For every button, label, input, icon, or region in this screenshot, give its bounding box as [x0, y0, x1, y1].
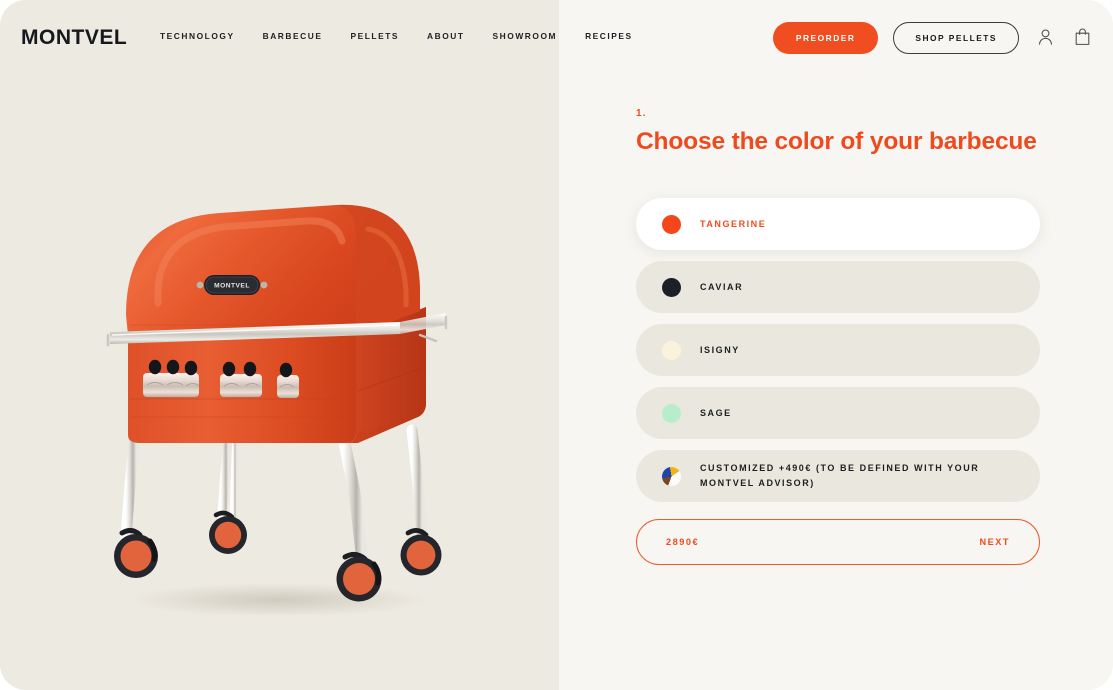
caster-wheel-front-right [336, 551, 382, 602]
color-option-label: SAGE [700, 407, 732, 418]
product-badge: MONTVEL [196, 275, 268, 295]
total-price: 2890€ [666, 537, 700, 547]
cart-button[interactable] [1071, 26, 1093, 50]
swatch-caviar [662, 277, 681, 297]
color-option-sage[interactable]: SAGE [636, 387, 1040, 439]
color-option-customized[interactable]: CUSTOMIZED +490€ (TO BE DEFINED WITH YOU… [636, 450, 1040, 502]
brand-logo[interactable]: MONTVEL [21, 26, 127, 50]
color-configurator: 1. Choose the color of your barbecue TAN… [636, 108, 1040, 565]
caster-wheel-back-left [209, 510, 247, 554]
color-option-caviar[interactable]: CAVIAR [636, 261, 1040, 313]
product-image: MONTVEL [100, 185, 460, 617]
user-icon [1037, 28, 1054, 49]
nav-item-recipes[interactable]: RECIPES [585, 31, 633, 41]
nav-item-pellets[interactable]: PELLETS [350, 31, 399, 41]
color-option-label: TANGERINE [700, 218, 767, 229]
svg-text:MONTVEL: MONTVEL [214, 283, 250, 290]
shopping-bag-icon [1074, 27, 1091, 49]
account-button[interactable] [1034, 26, 1056, 50]
next-button[interactable]: NEXT [979, 537, 1010, 547]
caster-wheel-back-right [400, 528, 442, 576]
step-number: 1. [636, 108, 647, 119]
swatch-customized-multicolor [662, 466, 681, 486]
color-option-label: CUSTOMIZED +490€ (TO BE DEFINED WITH YOU… [700, 463, 980, 488]
color-option-label: ISIGNY [700, 344, 740, 355]
nav-item-about[interactable]: ABOUT [427, 31, 465, 41]
color-option-isigny[interactable]: ISIGNY [636, 324, 1040, 376]
swatch-isigny [662, 340, 681, 360]
price-next-bar[interactable]: 2890€ NEXT [636, 519, 1040, 565]
color-option-tangerine[interactable]: TANGERINE [636, 198, 1040, 250]
nav-item-technology[interactable]: TECHNOLOGY [160, 31, 235, 41]
barbecue-illustration: MONTVEL [106, 204, 448, 617]
swatch-tangerine [662, 214, 681, 234]
site-header: MONTVEL TECHNOLOGY BARBECUE PELLETS ABOU… [0, 0, 1113, 76]
preorder-button[interactable]: PREORDER [772, 22, 879, 54]
swatch-sage [662, 403, 681, 423]
main-navigation: TECHNOLOGY BARBECUE PELLETS ABOUT SHOWRO… [160, 31, 633, 41]
shop-pellets-button[interactable]: SHOP PELLETS [893, 22, 1019, 54]
header-actions: PREORDER SHOP PELLETS [772, 22, 1093, 54]
color-option-label: CAVIAR [700, 281, 744, 292]
page-title: Choose the color of your barbecue [636, 128, 1037, 155]
app-page: MONTVEL TECHNOLOGY BARBECUE PELLETS ABOU… [0, 0, 1113, 690]
nav-item-barbecue[interactable]: BARBECUE [263, 31, 323, 41]
nav-item-showroom[interactable]: SHOWROOM [493, 31, 558, 41]
color-option-list: TANGERINE CAVIAR ISIGNY SAGE CUSTOMIZED … [636, 198, 1040, 502]
